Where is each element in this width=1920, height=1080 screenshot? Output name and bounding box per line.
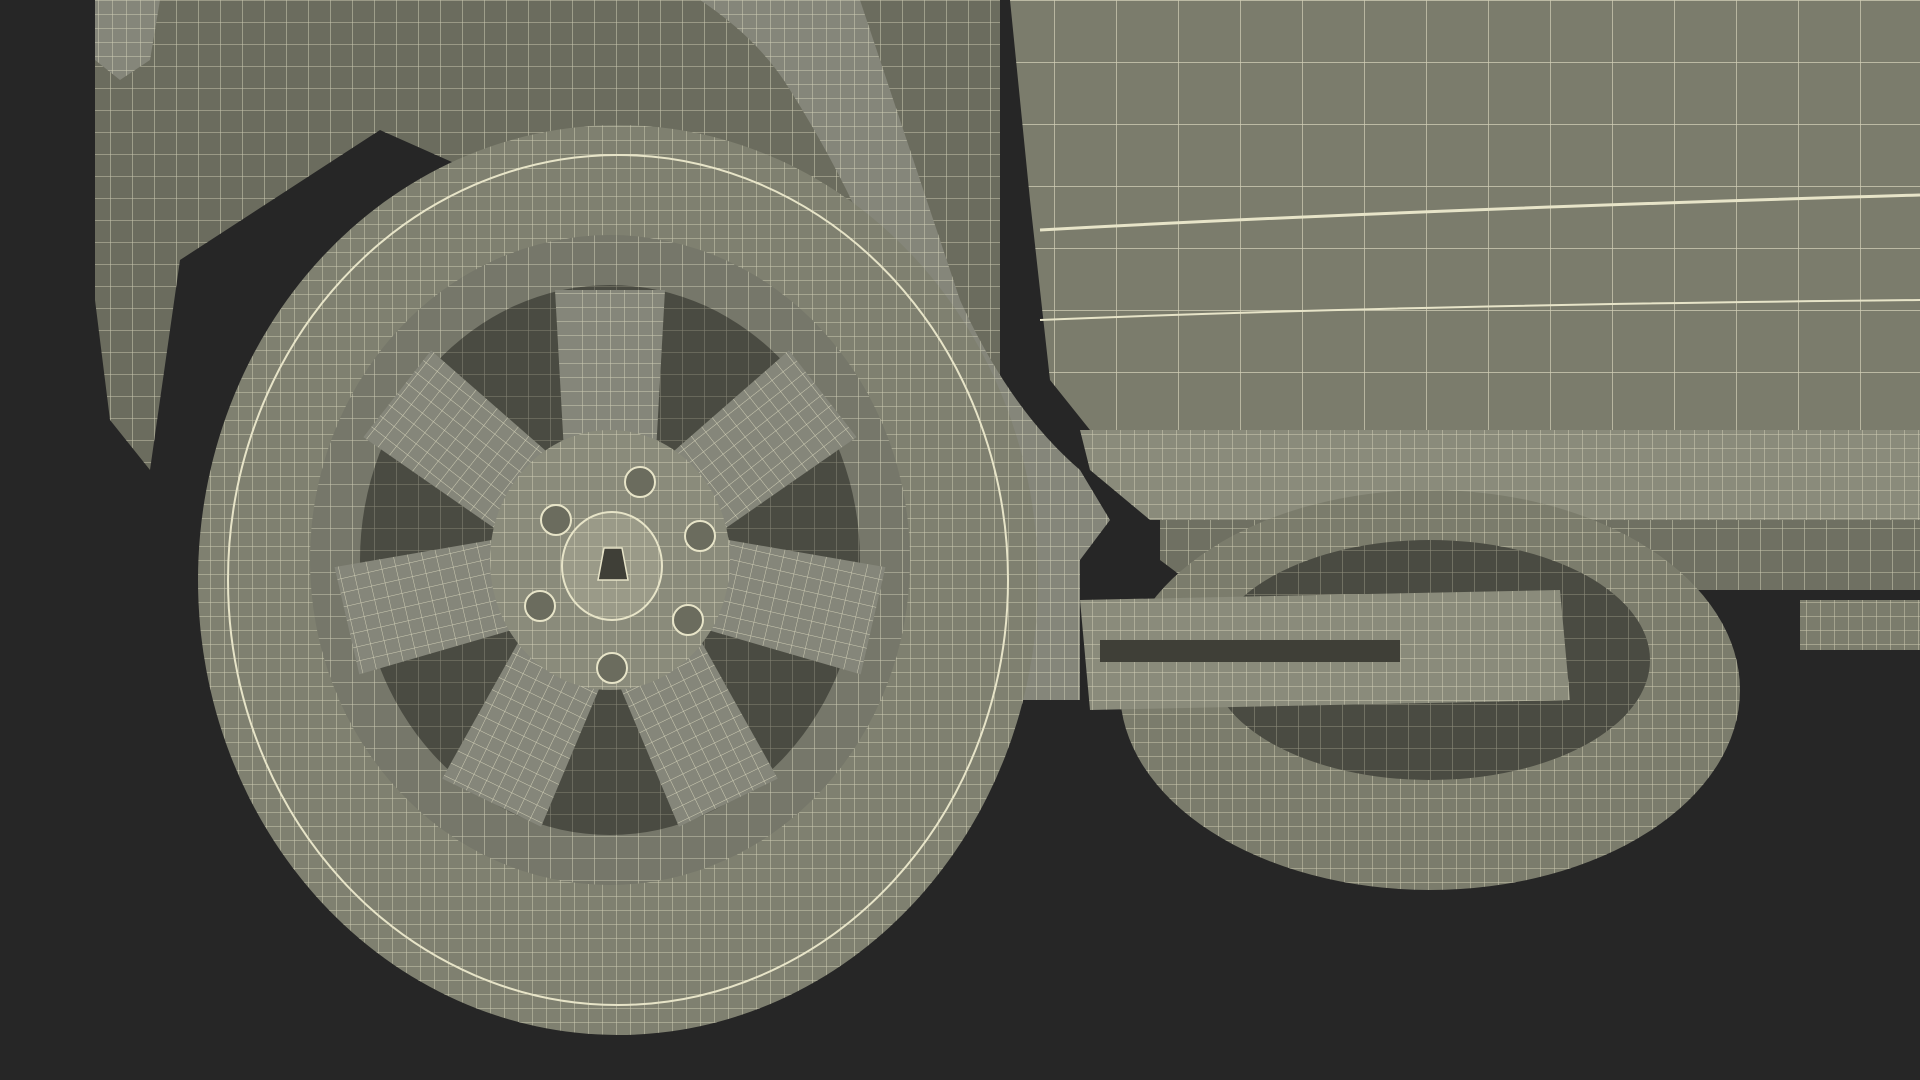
body-side-panel bbox=[1000, 0, 1920, 430]
center-cap-emblem-icon bbox=[597, 547, 629, 581]
front-wheel bbox=[198, 125, 1038, 1035]
render-viewport bbox=[0, 0, 1920, 1080]
wireframe-vehicle-render bbox=[0, 0, 1920, 1080]
